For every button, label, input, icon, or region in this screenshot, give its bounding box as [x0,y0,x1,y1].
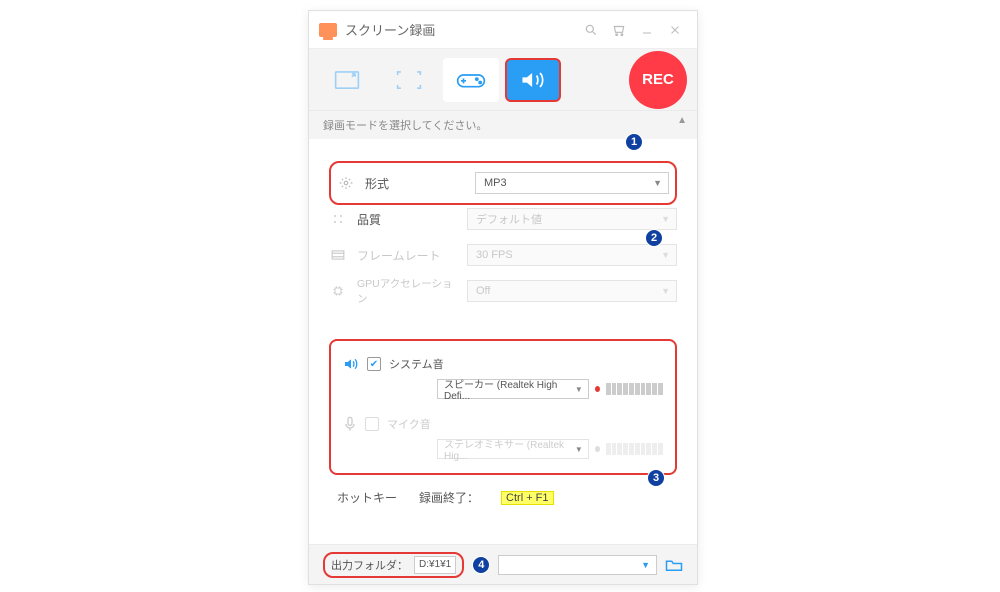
hotkey-title: ホットキー [337,489,397,506]
cart-icon[interactable] [605,16,633,44]
quality-value: デフォルト値 [476,211,542,227]
chevron-down-icon: ▼ [641,560,650,570]
audio-block: ✔ システム音 スピーカー (Realtek High Defi... ▼ マイ… [329,339,677,475]
search-icon[interactable] [577,16,605,44]
framerate-select: 30 FPS ▼ [467,244,677,266]
record-button-label: REC [642,71,674,88]
hotkey-end-key: Ctrl + F1 [501,491,553,505]
system-audio-row: ✔ システム音 [343,351,663,377]
gpu-label: GPUアクセレーション [357,276,457,306]
chevron-down-icon: ▼ [661,214,670,224]
app-window: スクリーン録画 REC 録画モードを選択してく [308,10,698,585]
film-icon [329,249,347,261]
record-button[interactable]: REC [629,51,687,109]
format-highlight-box: 形式 MP3 ▼ [329,161,677,205]
chip-icon [329,285,347,297]
minimize-icon[interactable] [633,16,661,44]
hotkey-end-label: 録画終了： [419,489,479,506]
mode-audio-button[interactable] [505,58,561,102]
mic-audio-device-select: ステレオミキサー (Realtek Hig... ▼ [437,439,589,459]
recording-indicator-icon [595,386,600,392]
framerate-value: 30 FPS [476,249,513,261]
microphone-icon [343,416,357,432]
mode-fullscreen-button[interactable] [381,58,437,102]
folder-icon[interactable] [665,558,683,572]
chevron-down-icon: ▼ [575,385,583,394]
mode-game-button[interactable] [443,58,499,102]
chevron-down-icon: ▼ [575,445,583,454]
output-bar: 出力フォルダ： D:¥1¥1 4 ▼ [309,544,697,584]
annotation-badge-3: 3 [647,469,665,487]
row-gpu: GPUアクセレーション Off ▼ [329,275,677,307]
framerate-label: フレームレート [357,247,457,264]
grid-icon [329,213,347,225]
system-audio-device-value: スピーカー (Realtek High Defi... [444,376,572,402]
hotkey-row: ホットキー 録画終了： Ctrl + F1 [309,483,697,520]
chevron-down-icon: ▼ [661,250,670,260]
system-audio-label: システム音 [389,356,444,372]
output-highlight-box: 出力フォルダ： D:¥1¥1 [323,552,464,578]
mic-audio-label: マイク音 [387,416,431,432]
collapse-icon[interactable]: ▲ [677,115,687,126]
system-audio-checkbox[interactable]: ✔ [367,357,381,371]
row-quality: 品質 デフォルト値 ▼ [329,203,677,235]
format-value: MP3 [484,177,507,189]
mic-audio-checkbox[interactable] [365,417,379,431]
row-format: 形式 MP3 ▼ [337,167,669,199]
chevron-down-icon: ▼ [661,286,670,296]
recording-indicator-icon [595,446,600,452]
gear-icon [337,176,355,190]
system-audio-meter [606,383,663,395]
annotation-badge-2: 2 [645,229,663,247]
output-folder-select[interactable]: ▼ [498,555,657,575]
mic-audio-meter [606,443,663,455]
mic-audio-row: マイク音 [343,411,663,437]
quality-label: 品質 [357,211,457,228]
quality-select: デフォルト値 ▼ [467,208,677,230]
row-framerate: フレームレート 30 FPS ▼ [329,239,677,271]
mic-audio-device-value: ステレオミキサー (Realtek Hig... [444,436,572,462]
output-label: 出力フォルダ： [331,557,408,573]
app-title: スクリーン録画 [345,20,435,39]
mode-hint-text: 録画モードを選択してください。 [323,120,487,132]
format-label: 形式 [365,175,465,192]
output-path-value: D:¥1¥1 [419,559,451,570]
close-icon[interactable] [661,16,689,44]
app-icon [319,23,337,37]
system-audio-device-select[interactable]: スピーカー (Realtek High Defi... ▼ [437,379,589,399]
annotation-badge-1: 1 [625,133,643,151]
titlebar: スクリーン録画 [309,11,697,49]
output-path-field[interactable]: D:¥1¥1 [414,556,456,574]
format-select[interactable]: MP3 ▼ [475,172,669,194]
gpu-value: Off [476,285,490,297]
mode-bar: REC [309,49,697,111]
speaker-icon [343,357,359,371]
settings-panel: 形式 MP3 ▼ 品質 デフォルト値 ▼ フレームレート 3 [309,139,697,321]
gpu-select: Off ▼ [467,280,677,302]
mode-region-button[interactable] [319,58,375,102]
annotation-badge-4: 4 [472,556,490,574]
chevron-down-icon: ▼ [653,178,662,188]
